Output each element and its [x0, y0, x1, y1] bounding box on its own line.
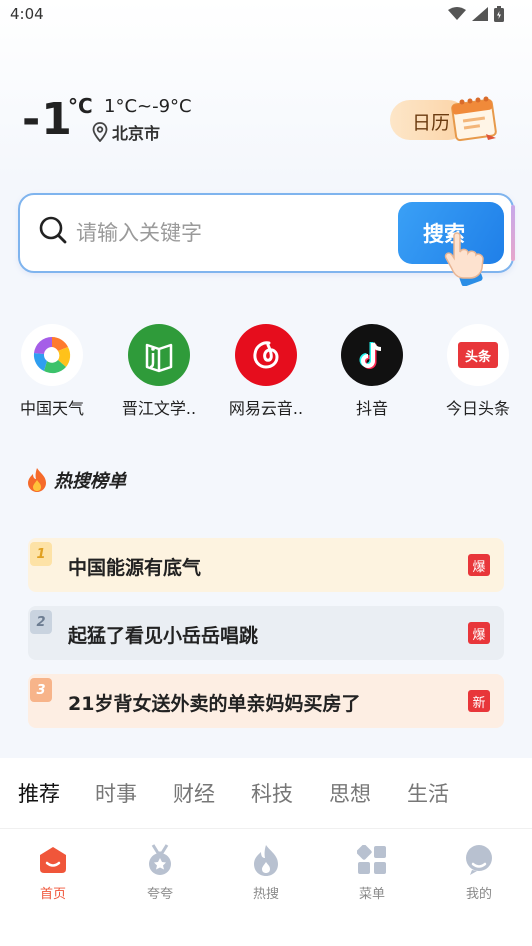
- rank-badge: 3: [30, 678, 52, 702]
- hot-item-text: 起猛了看见小岳岳唱跳: [68, 625, 259, 647]
- hot-list-title: 热搜榜单: [26, 467, 126, 493]
- nav-label: 夸夸: [146, 887, 173, 902]
- location-pin-icon: [92, 122, 108, 142]
- douyin-icon: [341, 324, 403, 386]
- app-toutiao[interactable]: 头条 今日头条: [426, 324, 530, 419]
- hot-item-text: 21岁背女送外卖的单亲妈妈买房了: [68, 693, 361, 715]
- toutiao-icon: 头条: [447, 324, 509, 386]
- wifi-icon: [448, 7, 466, 20]
- app-jinjiang[interactable]: 晋江文学..: [107, 324, 211, 419]
- hot-list-heading: 热搜榜单: [54, 471, 126, 492]
- jinjiang-icon: [128, 324, 190, 386]
- rank-badge: 1: [30, 542, 52, 566]
- tab-recommend[interactable]: 推荐: [18, 778, 60, 808]
- nav-menu[interactable]: 菜单: [332, 843, 412, 902]
- hot-list-item[interactable]: 3 21岁背女送外卖的单亲妈妈买房了 新: [28, 674, 504, 728]
- nav-label: 热搜: [252, 887, 279, 902]
- app-label: 晋江文学..: [121, 399, 197, 418]
- search-icon: [39, 216, 67, 244]
- nav-home[interactable]: 首页: [13, 843, 93, 902]
- hot-badge: 新: [468, 690, 490, 712]
- medal-icon: [120, 843, 200, 877]
- app-shortcuts: 中国天气 晋江文学.. 网易云音.. 抖音 头条 今日头条: [0, 324, 532, 424]
- tab-technology[interactable]: 科技: [251, 778, 293, 808]
- home-screen: 4:04 -1 °C 1°C~-9°C 北京市 日历 搜索: [0, 0, 532, 946]
- temperature-range: 1°C~-9°C: [104, 96, 192, 117]
- signal-icon: [472, 7, 488, 21]
- calendar-icon: [451, 96, 497, 142]
- app-china-weather[interactable]: 中国天气: [0, 324, 104, 419]
- app-douyin[interactable]: 抖音: [320, 324, 424, 419]
- app-label: 今日头条: [445, 399, 510, 418]
- location-name: 北京市: [112, 124, 161, 143]
- nav-label: 首页: [39, 887, 66, 902]
- tab-current-affairs[interactable]: 时事: [95, 778, 137, 808]
- calendar-button[interactable]: 日历: [390, 96, 500, 142]
- nav-label: 我的: [465, 887, 492, 902]
- hot-list-item[interactable]: 2 起猛了看见小岳岳唱跳 爆: [28, 606, 504, 660]
- calendar-label: 日历: [412, 112, 451, 134]
- status-icons: [448, 6, 504, 22]
- category-tabs: 推荐 时事 财经 科技 思想 生活: [0, 758, 532, 828]
- hot-list-item[interactable]: 1 中国能源有底气 爆: [28, 538, 504, 592]
- bottom-navigation: 首页 夸夸 热搜 菜单 我的: [0, 828, 532, 946]
- nav-kuakua[interactable]: 夸夸: [120, 843, 200, 902]
- temperature: -1: [22, 94, 73, 145]
- profile-icon: [439, 843, 519, 877]
- flame-icon: [226, 843, 306, 877]
- app-netease-music[interactable]: 网易云音..: [214, 324, 318, 419]
- hot-badge: 爆: [468, 554, 490, 576]
- nav-label: 菜单: [358, 887, 385, 902]
- temperature-unit: °C: [68, 94, 93, 118]
- search-input[interactable]: [76, 215, 396, 251]
- hot-item-text: 中国能源有底气: [68, 557, 202, 579]
- tab-finance[interactable]: 财经: [173, 778, 215, 808]
- toutiao-icon-text: 头条: [458, 342, 498, 368]
- status-time: 4:04: [10, 5, 44, 23]
- nav-hot-search[interactable]: 热搜: [226, 843, 306, 902]
- netease-music-icon: [235, 324, 297, 386]
- flame-icon: [28, 468, 46, 492]
- china-weather-icon: [21, 324, 83, 386]
- status-bar: 4:04: [0, 0, 532, 32]
- location: 北京市: [92, 120, 160, 144]
- pointing-hand-icon: [444, 232, 484, 286]
- app-label: 网易云音..: [228, 399, 304, 418]
- app-label: 中国天气: [19, 399, 84, 418]
- tab-life[interactable]: 生活: [407, 778, 449, 808]
- hot-badge: 爆: [468, 622, 490, 644]
- tab-thought[interactable]: 思想: [329, 778, 371, 808]
- nav-profile[interactable]: 我的: [439, 843, 519, 902]
- app-label: 抖音: [355, 399, 388, 418]
- battery-icon: [494, 6, 504, 22]
- menu-grid-icon: [332, 843, 412, 877]
- home-icon: [13, 843, 93, 877]
- rank-badge: 2: [30, 610, 52, 634]
